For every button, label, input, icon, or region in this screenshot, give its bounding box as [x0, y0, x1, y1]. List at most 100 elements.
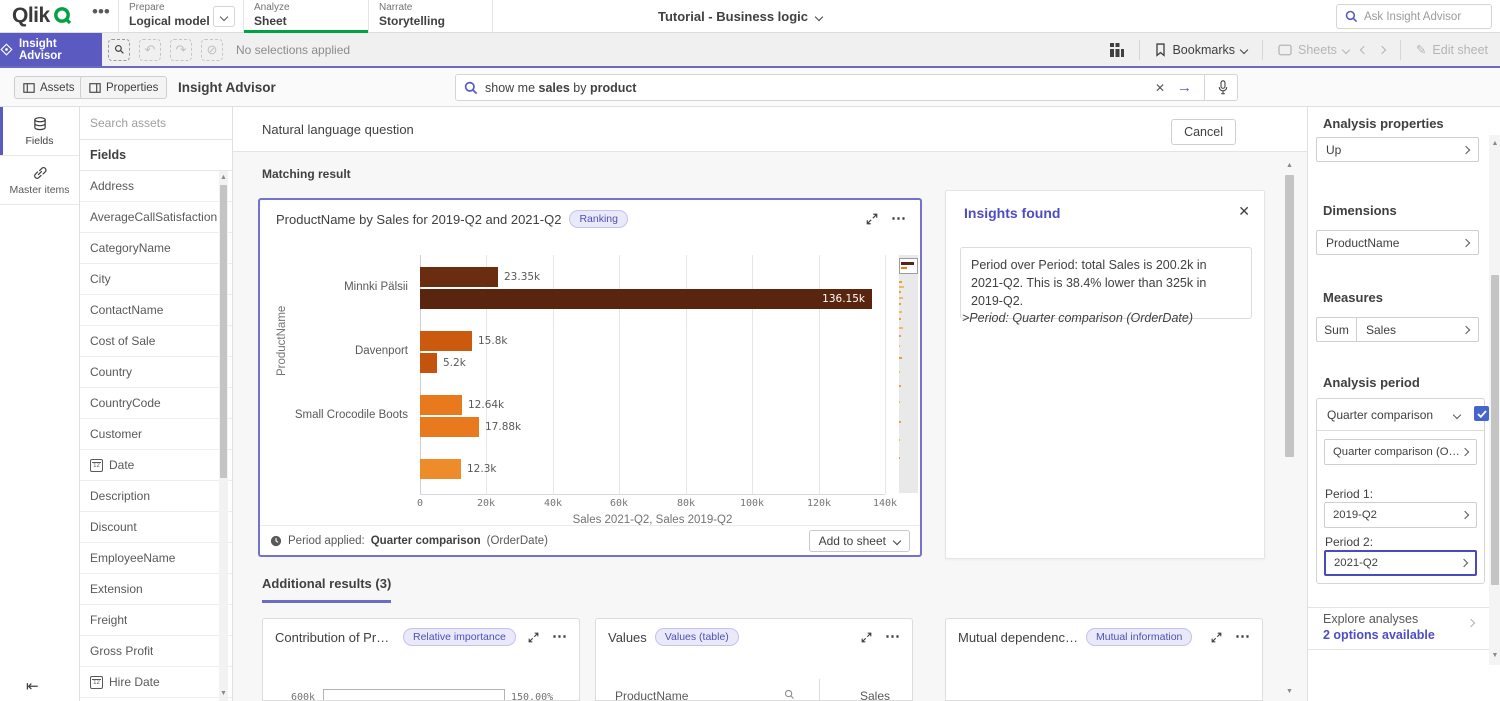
period-calendar-button[interactable]: Quarter comparison (OrderD...: [1324, 439, 1477, 465]
column-search-icon[interactable]: [784, 689, 795, 700]
add-to-sheet-button[interactable]: Add to sheet: [809, 530, 910, 552]
cancel-button[interactable]: Cancel: [1171, 119, 1236, 145]
edit-sheet-button[interactable]: ✎ Edit sheet: [1410, 42, 1494, 57]
assets-scrollbar[interactable]: ▲ ▼: [219, 171, 228, 701]
field-item-hire-date[interactable]: Hire Date: [80, 667, 232, 698]
bar-chart-plot[interactable]: 23.35k136.15k15.8k5.2k12.64k17.88k12.3k: [420, 255, 885, 495]
field-item-date[interactable]: Date: [80, 450, 232, 481]
expand-icon[interactable]: [866, 213, 878, 225]
field-item-employeename[interactable]: EmployeeName: [80, 543, 232, 574]
card-menu-icon[interactable]: ⋯: [552, 632, 567, 642]
field-item-contactname[interactable]: ContactName: [80, 295, 232, 326]
field-item-description[interactable]: Description: [80, 481, 232, 512]
query-controls: ✕ →: [1155, 75, 1229, 101]
insight-advisor-button[interactable]: Insight Advisor: [0, 33, 102, 66]
qlik-logo[interactable]: Qlik: [12, 4, 73, 28]
field-label: Cost of Sale: [90, 334, 155, 348]
mini-scroll-window[interactable]: [899, 258, 918, 274]
expand-icon[interactable]: [1211, 632, 1222, 643]
app-title-dropdown[interactable]: Tutorial - Business logic: [658, 0, 822, 33]
previous-sheet-button[interactable]: [1355, 47, 1373, 53]
period-type-dropdown[interactable]: Quarter comparison: [1317, 399, 1484, 431]
query-part: sales: [539, 81, 570, 95]
field-item-gross-profit[interactable]: Gross Profit: [80, 636, 232, 667]
redo-selection-icon[interactable]: ↷: [170, 39, 192, 61]
bar-small-crocodile-boots[interactable]: [420, 395, 462, 415]
more-menu-icon[interactable]: •••: [92, 2, 110, 22]
page-title: Insight Advisor: [178, 68, 276, 107]
field-item-averagecallsatisfaction[interactable]: AverageCallSatisfaction: [80, 202, 232, 233]
expand-icon[interactable]: [528, 632, 539, 643]
submit-query-icon[interactable]: →: [1177, 79, 1192, 96]
field-item-countrycode[interactable]: CountryCode: [80, 388, 232, 419]
assets-toggle-button[interactable]: Assets: [14, 76, 84, 99]
nl-query-input[interactable]: show me sales by product ✕ →: [455, 74, 1238, 101]
chevron-down-icon: [815, 12, 823, 20]
microphone-icon[interactable]: [1217, 80, 1229, 95]
table-col-sales[interactable]: Sales: [860, 689, 890, 701]
dimension-productname-button[interactable]: ProductName: [1316, 230, 1479, 255]
mini-tick: [899, 286, 904, 288]
explore-options-link[interactable]: 2 options available: [1323, 628, 1435, 642]
additional-card-3[interactable]: Mutual dependency bet...Mutual informati…: [945, 618, 1263, 701]
tab-additional-results[interactable]: Additional results (3): [262, 576, 391, 603]
bar-item[interactable]: [420, 459, 461, 479]
insight-text-box[interactable]: Period over Period: total Sales is 200.2…: [960, 247, 1252, 319]
properties-scrollbar[interactable]: ▲ ▼: [1489, 135, 1500, 665]
nav-tab-logical-model[interactable]: PrepareLogical model: [118, 0, 243, 33]
main-scrollbar[interactable]: ▲ ▼: [1283, 155, 1296, 701]
bookmarks-button[interactable]: Bookmarks: [1149, 43, 1253, 57]
sidebar-item-master-items[interactable]: Master items: [0, 156, 79, 205]
field-item-city[interactable]: City: [80, 264, 232, 295]
measure-sales-button[interactable]: Sum Sales: [1316, 317, 1479, 342]
mini-tick: [899, 297, 903, 299]
card-menu-icon[interactable]: ⋯: [1235, 632, 1250, 642]
period2-button[interactable]: 2021-Q2: [1324, 550, 1477, 576]
additional-card-2[interactable]: ValuesValues (table)⋯ProductNameSales: [595, 618, 913, 701]
field-item-freight[interactable]: Freight: [80, 605, 232, 636]
bar-davenport[interactable]: [420, 353, 437, 373]
period1-label: Period 1:: [1325, 487, 1373, 501]
field-item-cost-of-sale[interactable]: Cost of Sale: [80, 326, 232, 357]
period1-button[interactable]: 2019-Q2: [1324, 502, 1477, 528]
field-item-categoryname[interactable]: CategoryName: [80, 233, 232, 264]
next-sheet-button[interactable]: [1373, 47, 1391, 53]
field-label: Extension: [90, 582, 143, 596]
field-item-country[interactable]: Country: [80, 357, 232, 388]
smart-search-icon[interactable]: [108, 39, 130, 61]
card-menu-icon[interactable]: ⋯: [885, 632, 900, 642]
bar-davenport[interactable]: [420, 331, 472, 351]
close-icon[interactable]: ✕: [1238, 203, 1250, 220]
search-assets-input[interactable]: Search assets: [80, 107, 232, 140]
chart-grid-icon[interactable]: [1103, 43, 1130, 57]
period-enabled-checkbox[interactable]: [1474, 406, 1489, 421]
chart-menu-icon[interactable]: ⋯: [891, 214, 906, 224]
additional-card-1[interactable]: Contribution of Product...Relative impor…: [262, 618, 580, 701]
nav-tab-storytelling[interactable]: NarrateStorytelling: [368, 0, 493, 33]
clear-query-icon[interactable]: ✕: [1155, 81, 1165, 95]
properties-toggle-button[interactable]: Properties: [80, 76, 167, 99]
card-actions: ⋯: [861, 632, 900, 643]
x-tick-label: 0: [417, 498, 423, 509]
field-item-customer[interactable]: Customer: [80, 419, 232, 450]
bar-minnki-pälsii[interactable]: [420, 267, 498, 287]
field-label: Freight: [90, 613, 127, 627]
tab-dropdown-button[interactable]: [213, 6, 235, 27]
sidebar-item-fields[interactable]: Fields: [0, 107, 79, 156]
insight-period-note: >Period: Quarter comparison (OrderDate): [962, 311, 1193, 325]
field-item-address[interactable]: Address: [80, 171, 232, 202]
table-col-productname[interactable]: ProductName: [615, 689, 688, 701]
undo-selection-icon[interactable]: ↶: [139, 39, 161, 61]
field-item-extension[interactable]: Extension: [80, 574, 232, 605]
sort-up-button[interactable]: Up: [1316, 137, 1479, 162]
sheets-button[interactable]: Sheets: [1272, 43, 1355, 57]
field-item-discount[interactable]: Discount: [80, 512, 232, 543]
expand-icon[interactable]: [861, 632, 872, 643]
chart-mini-scrollbar[interactable]: [899, 255, 918, 493]
nav-tab-sheet[interactable]: AnalyzeSheet: [243, 0, 368, 33]
collapse-panel-icon[interactable]: ⇤: [26, 677, 39, 695]
bar-small-crocodile-boots[interactable]: [420, 417, 479, 437]
ask-insight-advisor-input[interactable]: Ask Insight Advisor: [1336, 4, 1492, 29]
selections-status: No selections applied: [236, 43, 350, 57]
clear-selections-icon[interactable]: ⊘: [201, 39, 223, 61]
